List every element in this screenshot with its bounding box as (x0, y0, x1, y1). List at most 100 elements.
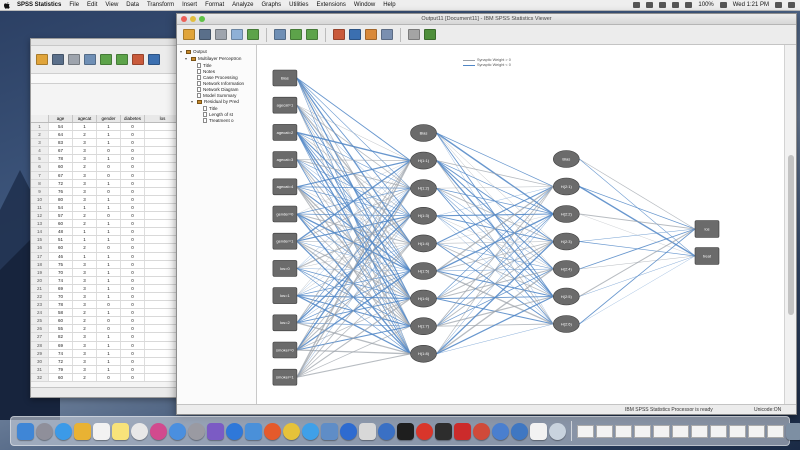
table-cell[interactable]: 1 (97, 357, 121, 365)
table-row[interactable]: 9 76 3 0 0 (31, 187, 179, 196)
disclosure-triangle-icon[interactable]: ▾ (185, 56, 189, 61)
table-cell[interactable] (145, 147, 179, 154)
network-node[interactable]: H(1:4) (410, 234, 437, 253)
table-cell[interactable]: 1 (97, 276, 121, 284)
recall-dialog-icon[interactable] (84, 54, 96, 65)
table-cell[interactable]: 70 (49, 268, 73, 276)
vertical-scrollbar[interactable] (784, 45, 796, 406)
table-cell[interactable]: 0 (97, 171, 121, 179)
app-menu[interactable]: SPSS Statistics (17, 2, 61, 8)
table-cell[interactable]: 0 (97, 325, 121, 333)
system-preferences-icon[interactable] (188, 422, 205, 440)
textedit-icon[interactable] (530, 422, 547, 440)
disclosure-triangle-icon[interactable]: ▾ (191, 99, 195, 104)
row-number[interactable]: 28 (31, 341, 49, 349)
terminal-icon[interactable] (397, 422, 414, 440)
table-cell[interactable]: 3 (73, 147, 97, 155)
row-number[interactable]: 11 (31, 203, 49, 212)
table-cell[interactable]: 60 (49, 244, 73, 252)
quicktime-icon[interactable] (549, 422, 566, 440)
table-cell[interactable]: 3 (73, 284, 97, 292)
network-diagram[interactable]: Bias agecat=1 agecat=2 agecat=3 agecat=4 gend… (258, 45, 786, 406)
table-row[interactable]: 1 54 1 1 0 (31, 123, 179, 132)
teamviewer-icon[interactable] (511, 422, 528, 440)
table-cell[interactable] (145, 293, 179, 300)
table-cell[interactable]: 0 (121, 325, 145, 333)
row-number[interactable]: 30 (31, 357, 49, 365)
table-cell[interactable]: 1 (97, 268, 121, 276)
outline-sub-procedure[interactable]: ▾ Residual by Pred (191, 99, 239, 104)
row-number[interactable]: 16 (31, 244, 49, 252)
table-cell[interactable] (145, 342, 179, 349)
network-node[interactable]: H(2:2) (552, 205, 580, 223)
table-row[interactable]: 19 70 3 1 0 (31, 268, 179, 277)
table-cell[interactable]: 69 (49, 341, 73, 349)
battery-percent[interactable]: 100% (698, 2, 713, 8)
table-cell[interactable]: 72 (49, 179, 73, 187)
table-cell[interactable]: 0 (121, 268, 145, 276)
table-row[interactable]: 18 75 3 1 0 (31, 260, 179, 269)
table-cell[interactable]: 1 (97, 284, 121, 292)
row-number[interactable]: 19 (31, 268, 49, 276)
table-cell[interactable]: 0 (121, 236, 145, 244)
outlook-icon[interactable] (492, 422, 509, 440)
close-window-button[interactable] (181, 16, 187, 22)
network-node[interactable]: H(2:1) (552, 177, 580, 196)
table-row[interactable]: 21 69 3 1 0 (31, 284, 179, 293)
photos-icon[interactable] (131, 422, 148, 440)
table-cell[interactable]: 80 (49, 195, 73, 203)
table-cell[interactable]: 0 (121, 341, 145, 349)
table-cell[interactable]: 2 (73, 325, 97, 333)
preview-icon[interactable] (359, 422, 376, 440)
table-cell[interactable]: 0 (121, 171, 145, 179)
table-cell[interactable] (145, 236, 179, 243)
recall-dialog-icon[interactable] (274, 29, 286, 40)
table-cell[interactable]: 1 (97, 131, 121, 139)
network-node[interactable]: H(1:5) (410, 262, 437, 280)
table-row[interactable]: 32 60 2 0 0 (31, 373, 179, 382)
minimized-window[interactable] (653, 424, 670, 438)
table-cell[interactable]: 54 (49, 123, 73, 131)
table-cell[interactable]: 3 (73, 333, 97, 341)
minimized-window[interactable] (748, 424, 765, 438)
powerpoint-icon[interactable] (473, 422, 490, 440)
table-cell[interactable]: 60 (49, 373, 73, 381)
table-cell[interactable]: 1 (73, 228, 97, 236)
row-number[interactable]: 2 (31, 131, 49, 139)
row-number[interactable]: 22 (31, 292, 49, 301)
menu-analyze[interactable]: Analyze (232, 2, 253, 8)
table-row[interactable]: 27 82 3 1 0 (31, 333, 179, 342)
table-cell[interactable]: 2 (73, 317, 97, 325)
network-node[interactable]: H(2:6) (552, 315, 580, 333)
outline-item[interactable]: Title (203, 106, 218, 111)
table-cell[interactable]: 0 (121, 179, 145, 187)
table-cell[interactable]: 0 (121, 301, 145, 309)
menu-data[interactable]: Data (126, 2, 139, 8)
goto-variable-icon[interactable] (148, 54, 160, 65)
table-cell[interactable]: 1 (97, 236, 121, 244)
table-cell[interactable]: 60 (49, 163, 73, 171)
designate-window-icon[interactable] (408, 29, 420, 40)
column-header[interactable]: los (145, 115, 179, 122)
print-icon[interactable] (68, 54, 80, 65)
table-row[interactable]: 15 51 1 1 0 (31, 236, 179, 245)
table-cell[interactable]: 1 (97, 203, 121, 212)
outline-procedure[interactable]: ▾ Multilayer Perceptron (185, 56, 241, 61)
variables-icon[interactable] (381, 29, 393, 40)
outline-item[interactable]: Network Information (197, 81, 244, 86)
table-cell[interactable] (145, 212, 179, 219)
table-row[interactable]: 14 48 1 1 0 (31, 228, 179, 237)
table-cell[interactable]: 1 (97, 341, 121, 349)
goto-case-icon[interactable] (349, 29, 361, 40)
row-number[interactable]: 5 (31, 155, 49, 163)
outline-item[interactable]: Network Diagram (197, 87, 238, 92)
network-node[interactable]: H(1:6) (410, 289, 437, 308)
table-cell[interactable]: 0 (97, 317, 121, 325)
table-cell[interactable]: 1 (97, 349, 121, 357)
volume-icon[interactable] (685, 2, 693, 8)
data-editor-window[interactable]: age agecat gender diabetes los 1 54 1 1 0 2 64… (30, 38, 180, 398)
table-row[interactable]: 2 64 2 1 0 (31, 131, 179, 140)
table-cell[interactable]: 78 (49, 155, 73, 163)
open-icon[interactable] (36, 54, 48, 65)
table-cell[interactable]: 0 (97, 212, 121, 220)
